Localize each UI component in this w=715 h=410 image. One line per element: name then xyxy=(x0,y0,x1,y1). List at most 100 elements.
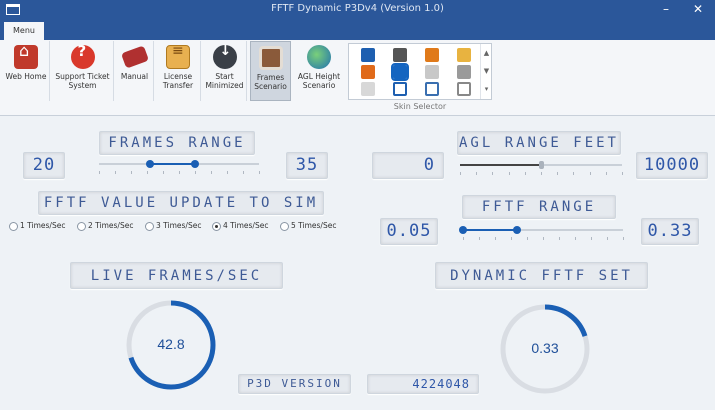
slider-tick xyxy=(259,171,260,174)
slider-tick xyxy=(463,237,464,240)
frames-scenario-label: Frames Scenario xyxy=(254,73,287,91)
slider-tick xyxy=(179,171,180,174)
skin-office-gray-2[interactable] xyxy=(457,65,471,79)
web-home-button[interactable]: Web Home xyxy=(3,41,50,101)
p3d-version-value: 4224048 xyxy=(367,374,479,394)
frames-min-value: 20 xyxy=(23,152,65,179)
slider-tick xyxy=(559,237,560,240)
slider-tick xyxy=(211,171,212,174)
support-icon xyxy=(70,45,95,69)
skin-office-orange-2[interactable] xyxy=(361,65,375,79)
skin-office-yellow[interactable] xyxy=(457,48,471,62)
frames-range-slider[interactable] xyxy=(99,159,260,174)
manual-button[interactable]: Manual xyxy=(116,41,154,101)
slider-tick xyxy=(115,171,116,174)
start-minimized-label: Start Minimized xyxy=(205,72,244,90)
slider-tick xyxy=(605,172,607,175)
radio-label: 2 Times/Sec xyxy=(88,221,134,230)
slider-tick xyxy=(589,172,591,175)
slider-tick xyxy=(99,171,100,174)
close-button[interactable]: ✕ xyxy=(684,0,712,20)
update-rate-label: FFTF VALUE UPDATE TO SIM xyxy=(38,191,324,215)
agl-range-label: AGL RANGE FEET xyxy=(457,131,621,155)
agl-min-value: 0 xyxy=(372,152,444,179)
radio-5-times-sec[interactable]: 5 Times/Sec xyxy=(280,221,336,231)
slider-tick xyxy=(543,237,544,240)
radio-3-times-sec[interactable]: 3 Times/Sec xyxy=(145,221,201,231)
slider-tick xyxy=(622,172,623,175)
agl-max-value: 10000 xyxy=(636,152,708,179)
minimize-button[interactable]: – xyxy=(652,0,680,20)
skin-office-white[interactable] xyxy=(361,82,375,96)
ribbon-tab-strip: Menu xyxy=(0,20,715,40)
slider-tick xyxy=(479,237,480,240)
radio-dot[interactable] xyxy=(280,221,289,231)
radio-label: 5 Times/Sec xyxy=(291,221,337,230)
manual-icon xyxy=(120,45,149,69)
globe-icon xyxy=(307,45,331,69)
radio-1-times-sec[interactable]: 1 Times/Sec xyxy=(9,221,65,231)
fftf-range-slider[interactable] xyxy=(459,225,624,240)
ribbon: Web Home Support Ticket System Manual Li… xyxy=(0,40,715,116)
window-title: FFTF Dynamic P3Dv4 (Version 1.0) xyxy=(271,3,444,14)
start-minimized-button[interactable]: Start Minimized xyxy=(203,41,247,101)
agl-height-scenario-button[interactable]: AGL Height Scenario xyxy=(294,41,344,101)
slider-tick xyxy=(524,172,526,175)
frames-scenario-button[interactable]: Frames Scenario xyxy=(250,41,291,101)
radio-4-times-sec[interactable]: 4 Times/Sec xyxy=(212,221,268,231)
radio-dot[interactable] xyxy=(145,221,154,231)
skin-office-gray[interactable] xyxy=(425,65,439,79)
dynamic-fftf-value: 0.33 xyxy=(531,340,559,356)
agl-slider-fill xyxy=(460,164,541,166)
frames-slider-fill xyxy=(150,163,195,165)
slider-tick xyxy=(147,171,148,174)
scroll-up-icon[interactable]: ▲ xyxy=(481,44,492,62)
agl-slider-thumb[interactable] xyxy=(539,161,544,169)
web-home-label: Web Home xyxy=(5,72,47,81)
radio-dot[interactable] xyxy=(212,221,221,231)
skin-office-gray-outline[interactable] xyxy=(457,82,471,96)
radio-label: 1 Times/Sec xyxy=(20,221,66,230)
skin-gallery-scrollbar[interactable]: ▲ ▼ ▾ xyxy=(480,44,492,99)
fftf-min-value: 0.05 xyxy=(380,218,438,245)
agl-height-scenario-label: AGL Height Scenario xyxy=(297,72,341,90)
skin-office-2010-black[interactable] xyxy=(393,48,407,62)
dynamic-fftf-gauge: 0.33 xyxy=(499,303,591,395)
slider-tick xyxy=(495,237,496,240)
slider-tick xyxy=(243,171,244,174)
skin-office-2013-blue[interactable] xyxy=(361,48,375,62)
skin-selector-label: Skin Selector xyxy=(393,102,447,111)
slider-tick xyxy=(541,172,542,175)
license-icon xyxy=(166,45,190,69)
dynamic-fftf-label: DYNAMIC FFTF SET xyxy=(435,262,648,289)
slider-tick xyxy=(575,237,576,240)
support-ticket-label: Support Ticket System xyxy=(55,72,110,90)
skin-office-2016-blue[interactable] xyxy=(391,63,409,81)
radio-dot[interactable] xyxy=(77,221,86,231)
slider-tick xyxy=(591,237,592,240)
title-bar: FFTF Dynamic P3Dv4 (Version 1.0) – ✕ xyxy=(0,0,715,20)
fftf-slider-low-thumb[interactable] xyxy=(459,226,467,234)
expand-gallery-icon[interactable]: ▾ xyxy=(481,80,492,98)
slider-tick xyxy=(557,172,559,175)
support-ticket-button[interactable]: Support Ticket System xyxy=(52,41,114,101)
slider-tick xyxy=(573,172,575,175)
radio-label: 4 Times/Sec xyxy=(223,221,269,230)
fftf-slider-high-thumb[interactable] xyxy=(513,226,522,234)
skin-office-blue-outline-2[interactable] xyxy=(425,82,439,96)
agl-range-slider[interactable] xyxy=(460,160,623,175)
license-transfer-button[interactable]: License Transfer xyxy=(156,41,201,101)
skin-office-blue-outline[interactable] xyxy=(393,82,407,96)
radio-dot[interactable] xyxy=(9,221,18,231)
slider-tick xyxy=(511,237,512,240)
skin-office-orange[interactable] xyxy=(425,48,439,62)
scroll-down-icon[interactable]: ▼ xyxy=(481,62,492,80)
frames-slider-high-thumb[interactable] xyxy=(191,160,199,168)
download-arrow-icon xyxy=(212,45,237,69)
radio-2-times-sec[interactable]: 2 Times/Sec xyxy=(77,221,133,231)
tab-menu[interactable]: Menu xyxy=(4,22,44,40)
slider-tick xyxy=(163,171,164,174)
frames-icon xyxy=(258,46,283,70)
frames-slider-low-thumb[interactable] xyxy=(146,160,155,168)
slider-tick xyxy=(460,172,461,175)
